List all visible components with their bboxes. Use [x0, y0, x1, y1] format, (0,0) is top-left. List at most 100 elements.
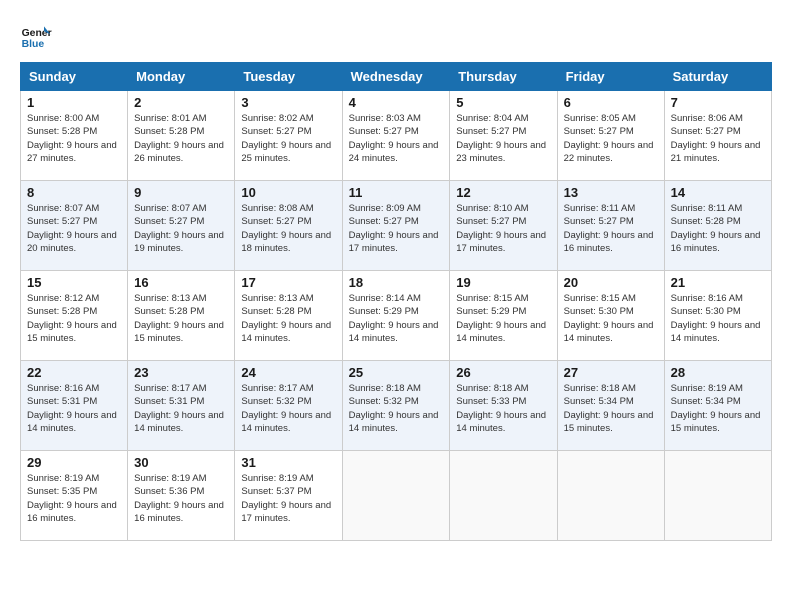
day-info: Sunrise: 8:15 AM Sunset: 5:30 PM Dayligh…	[564, 292, 658, 345]
day-number: 4	[349, 95, 444, 110]
calendar-cell: 5 Sunrise: 8:04 AM Sunset: 5:27 PM Dayli…	[450, 91, 557, 181]
day-info: Sunrise: 8:17 AM Sunset: 5:32 PM Dayligh…	[241, 382, 335, 435]
day-number: 11	[349, 185, 444, 200]
calendar-table: SundayMondayTuesdayWednesdayThursdayFrid…	[20, 62, 772, 541]
day-info: Sunrise: 8:02 AM Sunset: 5:27 PM Dayligh…	[241, 112, 335, 165]
day-info: Sunrise: 8:11 AM Sunset: 5:27 PM Dayligh…	[564, 202, 658, 255]
week-row-3: 15 Sunrise: 8:12 AM Sunset: 5:28 PM Dayl…	[21, 271, 772, 361]
day-number: 29	[27, 455, 121, 470]
day-info: Sunrise: 8:07 AM Sunset: 5:27 PM Dayligh…	[27, 202, 121, 255]
calendar-cell: 11 Sunrise: 8:09 AM Sunset: 5:27 PM Dayl…	[342, 181, 450, 271]
day-number: 25	[349, 365, 444, 380]
week-row-4: 22 Sunrise: 8:16 AM Sunset: 5:31 PM Dayl…	[21, 361, 772, 451]
day-number: 10	[241, 185, 335, 200]
day-info: Sunrise: 8:12 AM Sunset: 5:28 PM Dayligh…	[27, 292, 121, 345]
day-number: 14	[671, 185, 765, 200]
day-number: 5	[456, 95, 550, 110]
day-header-monday: Monday	[128, 63, 235, 91]
day-info: Sunrise: 8:15 AM Sunset: 5:29 PM Dayligh…	[456, 292, 550, 345]
calendar-cell: 10 Sunrise: 8:08 AM Sunset: 5:27 PM Dayl…	[235, 181, 342, 271]
day-info: Sunrise: 8:17 AM Sunset: 5:31 PM Dayligh…	[134, 382, 228, 435]
day-info: Sunrise: 8:09 AM Sunset: 5:27 PM Dayligh…	[349, 202, 444, 255]
calendar-cell: 21 Sunrise: 8:16 AM Sunset: 5:30 PM Dayl…	[664, 271, 771, 361]
day-info: Sunrise: 8:04 AM Sunset: 5:27 PM Dayligh…	[456, 112, 550, 165]
day-number: 16	[134, 275, 228, 290]
calendar-cell: 27 Sunrise: 8:18 AM Sunset: 5:34 PM Dayl…	[557, 361, 664, 451]
day-info: Sunrise: 8:18 AM Sunset: 5:34 PM Dayligh…	[564, 382, 658, 435]
page-header: General Blue	[20, 20, 772, 52]
calendar-cell	[450, 451, 557, 541]
day-number: 24	[241, 365, 335, 380]
calendar-cell: 4 Sunrise: 8:03 AM Sunset: 5:27 PM Dayli…	[342, 91, 450, 181]
day-info: Sunrise: 8:19 AM Sunset: 5:36 PM Dayligh…	[134, 472, 228, 525]
day-header-saturday: Saturday	[664, 63, 771, 91]
day-number: 17	[241, 275, 335, 290]
svg-text:Blue: Blue	[22, 39, 45, 50]
day-number: 1	[27, 95, 121, 110]
day-header-friday: Friday	[557, 63, 664, 91]
day-info: Sunrise: 8:18 AM Sunset: 5:32 PM Dayligh…	[349, 382, 444, 435]
calendar-cell: 24 Sunrise: 8:17 AM Sunset: 5:32 PM Dayl…	[235, 361, 342, 451]
day-header-sunday: Sunday	[21, 63, 128, 91]
calendar-cell: 1 Sunrise: 8:00 AM Sunset: 5:28 PM Dayli…	[21, 91, 128, 181]
calendar-cell: 31 Sunrise: 8:19 AM Sunset: 5:37 PM Dayl…	[235, 451, 342, 541]
calendar-cell: 26 Sunrise: 8:18 AM Sunset: 5:33 PM Dayl…	[450, 361, 557, 451]
calendar-cell: 19 Sunrise: 8:15 AM Sunset: 5:29 PM Dayl…	[450, 271, 557, 361]
calendar-cell: 13 Sunrise: 8:11 AM Sunset: 5:27 PM Dayl…	[557, 181, 664, 271]
day-info: Sunrise: 8:05 AM Sunset: 5:27 PM Dayligh…	[564, 112, 658, 165]
calendar-cell: 8 Sunrise: 8:07 AM Sunset: 5:27 PM Dayli…	[21, 181, 128, 271]
day-number: 23	[134, 365, 228, 380]
logo-icon: General Blue	[20, 20, 52, 52]
calendar-cell: 29 Sunrise: 8:19 AM Sunset: 5:35 PM Dayl…	[21, 451, 128, 541]
calendar-cell	[664, 451, 771, 541]
day-number: 8	[27, 185, 121, 200]
calendar-cell: 23 Sunrise: 8:17 AM Sunset: 5:31 PM Dayl…	[128, 361, 235, 451]
day-number: 26	[456, 365, 550, 380]
week-row-2: 8 Sunrise: 8:07 AM Sunset: 5:27 PM Dayli…	[21, 181, 772, 271]
calendar-cell: 14 Sunrise: 8:11 AM Sunset: 5:28 PM Dayl…	[664, 181, 771, 271]
day-info: Sunrise: 8:19 AM Sunset: 5:37 PM Dayligh…	[241, 472, 335, 525]
day-number: 15	[27, 275, 121, 290]
day-number: 30	[134, 455, 228, 470]
day-info: Sunrise: 8:18 AM Sunset: 5:33 PM Dayligh…	[456, 382, 550, 435]
day-number: 7	[671, 95, 765, 110]
day-info: Sunrise: 8:03 AM Sunset: 5:27 PM Dayligh…	[349, 112, 444, 165]
day-info: Sunrise: 8:19 AM Sunset: 5:34 PM Dayligh…	[671, 382, 765, 435]
day-info: Sunrise: 8:11 AM Sunset: 5:28 PM Dayligh…	[671, 202, 765, 255]
day-info: Sunrise: 8:06 AM Sunset: 5:27 PM Dayligh…	[671, 112, 765, 165]
calendar-cell: 16 Sunrise: 8:13 AM Sunset: 5:28 PM Dayl…	[128, 271, 235, 361]
day-info: Sunrise: 8:16 AM Sunset: 5:31 PM Dayligh…	[27, 382, 121, 435]
logo: General Blue	[20, 20, 56, 52]
day-info: Sunrise: 8:14 AM Sunset: 5:29 PM Dayligh…	[349, 292, 444, 345]
day-info: Sunrise: 8:16 AM Sunset: 5:30 PM Dayligh…	[671, 292, 765, 345]
day-number: 20	[564, 275, 658, 290]
calendar-cell: 12 Sunrise: 8:10 AM Sunset: 5:27 PM Dayl…	[450, 181, 557, 271]
calendar-cell: 18 Sunrise: 8:14 AM Sunset: 5:29 PM Dayl…	[342, 271, 450, 361]
day-number: 18	[349, 275, 444, 290]
svg-text:General: General	[22, 28, 52, 39]
calendar-cell: 3 Sunrise: 8:02 AM Sunset: 5:27 PM Dayli…	[235, 91, 342, 181]
calendar-cell: 28 Sunrise: 8:19 AM Sunset: 5:34 PM Dayl…	[664, 361, 771, 451]
day-info: Sunrise: 8:00 AM Sunset: 5:28 PM Dayligh…	[27, 112, 121, 165]
day-number: 13	[564, 185, 658, 200]
day-number: 27	[564, 365, 658, 380]
day-info: Sunrise: 8:13 AM Sunset: 5:28 PM Dayligh…	[241, 292, 335, 345]
calendar-cell: 25 Sunrise: 8:18 AM Sunset: 5:32 PM Dayl…	[342, 361, 450, 451]
week-row-5: 29 Sunrise: 8:19 AM Sunset: 5:35 PM Dayl…	[21, 451, 772, 541]
calendar-cell: 6 Sunrise: 8:05 AM Sunset: 5:27 PM Dayli…	[557, 91, 664, 181]
day-info: Sunrise: 8:07 AM Sunset: 5:27 PM Dayligh…	[134, 202, 228, 255]
day-header-wednesday: Wednesday	[342, 63, 450, 91]
calendar-cell: 15 Sunrise: 8:12 AM Sunset: 5:28 PM Dayl…	[21, 271, 128, 361]
day-number: 21	[671, 275, 765, 290]
day-header-thursday: Thursday	[450, 63, 557, 91]
day-number: 2	[134, 95, 228, 110]
calendar-cell: 2 Sunrise: 8:01 AM Sunset: 5:28 PM Dayli…	[128, 91, 235, 181]
calendar-cell: 20 Sunrise: 8:15 AM Sunset: 5:30 PM Dayl…	[557, 271, 664, 361]
calendar-cell	[342, 451, 450, 541]
day-info: Sunrise: 8:10 AM Sunset: 5:27 PM Dayligh…	[456, 202, 550, 255]
day-number: 31	[241, 455, 335, 470]
calendar-cell: 9 Sunrise: 8:07 AM Sunset: 5:27 PM Dayli…	[128, 181, 235, 271]
week-row-1: 1 Sunrise: 8:00 AM Sunset: 5:28 PM Dayli…	[21, 91, 772, 181]
day-info: Sunrise: 8:08 AM Sunset: 5:27 PM Dayligh…	[241, 202, 335, 255]
calendar-cell: 17 Sunrise: 8:13 AM Sunset: 5:28 PM Dayl…	[235, 271, 342, 361]
